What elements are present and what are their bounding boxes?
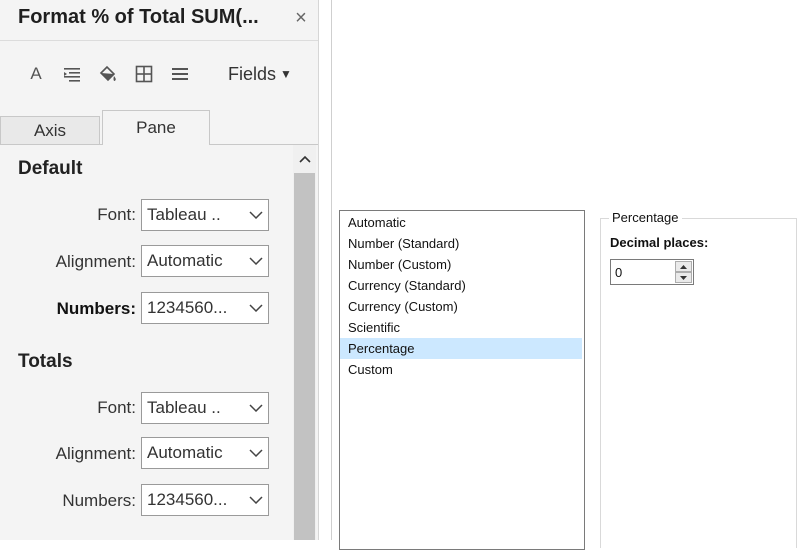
fields-label: Fields — [228, 63, 277, 84]
group-title: Percentage — [609, 210, 682, 225]
caret-down-icon: ▼ — [280, 67, 292, 81]
totals-font-dropdown[interactable]: Tableau .. — [141, 392, 269, 424]
default-alignment-value: Automatic — [147, 251, 223, 270]
pane-gap — [319, 0, 331, 540]
list-item-scientific[interactable]: Scientific — [340, 317, 582, 338]
scroll-up-icon[interactable] — [293, 149, 316, 169]
fields-dropdown[interactable]: Fields ▼ — [228, 62, 292, 86]
shading-icon[interactable] — [96, 62, 120, 86]
list-item-automatic[interactable]: Automatic — [340, 212, 582, 233]
decimal-places-label: Decimal places: — [610, 235, 709, 250]
chevron-down-icon — [244, 257, 268, 265]
tab-pane[interactable]: Pane — [102, 110, 210, 145]
default-numbers-value: 1234560... — [147, 298, 228, 317]
default-font-label: Font: — [97, 205, 136, 224]
chevron-down-icon — [244, 404, 268, 412]
decimal-places-stepper[interactable]: 0 — [610, 259, 694, 285]
pane-splitter[interactable] — [331, 0, 332, 540]
borders-icon[interactable] — [132, 62, 156, 86]
totals-numbers-label: Numbers: — [62, 491, 136, 510]
decimal-places-value[interactable]: 0 — [615, 265, 622, 280]
chevron-down-icon — [244, 304, 268, 312]
format-pane: Format % of Total SUM(... × A Fields ▼ A… — [0, 0, 319, 540]
totals-numbers-dropdown[interactable]: 1234560... — [141, 484, 269, 516]
list-item-currency-standard[interactable]: Currency (Standard) — [340, 275, 582, 296]
totals-alignment-dropdown[interactable]: Automatic — [141, 437, 269, 469]
totals-font-value: Tableau .. — [147, 398, 221, 417]
default-alignment-label: Alignment: — [55, 252, 136, 271]
totals-alignment-value: Automatic — [147, 443, 223, 462]
alignment-icon[interactable] — [60, 62, 84, 86]
default-font-value: Tableau .. — [147, 205, 221, 224]
font-icon-glyph: A — [30, 64, 42, 83]
totals-heading: Totals — [18, 351, 73, 372]
default-numbers-dropdown[interactable]: 1234560... — [141, 292, 269, 324]
totals-alignment-label: Alignment: — [55, 444, 136, 463]
default-heading: Default — [18, 158, 83, 179]
close-icon[interactable]: × — [290, 6, 312, 30]
pane-title: Format % of Total SUM(... — [18, 6, 259, 28]
font-icon[interactable]: A — [24, 62, 48, 86]
default-numbers-label: Numbers: — [56, 299, 136, 318]
pane-scrollbar[interactable] — [293, 145, 316, 540]
list-item-currency-custom[interactable]: Currency (Custom) — [340, 296, 582, 317]
list-item-number-custom[interactable]: Number (Custom) — [340, 254, 582, 275]
lines-icon[interactable] — [168, 62, 192, 86]
title-divider — [0, 40, 318, 41]
default-font-dropdown[interactable]: Tableau .. — [141, 199, 269, 231]
scrollbar-thumb[interactable] — [294, 173, 315, 540]
totals-numbers-value: 1234560... — [147, 490, 228, 509]
tab-axis[interactable]: Axis — [0, 116, 100, 144]
increment-icon[interactable] — [675, 261, 692, 272]
chevron-down-icon — [244, 449, 268, 457]
totals-font-label: Font: — [97, 398, 136, 417]
list-item-percentage[interactable]: Percentage — [340, 338, 582, 359]
chevron-down-icon — [244, 496, 268, 504]
list-item-number-standard[interactable]: Number (Standard) — [340, 233, 582, 254]
default-alignment-dropdown[interactable]: Automatic — [141, 245, 269, 277]
decrement-icon[interactable] — [675, 272, 692, 283]
list-item-custom[interactable]: Custom — [340, 359, 582, 380]
chevron-down-icon — [244, 211, 268, 219]
